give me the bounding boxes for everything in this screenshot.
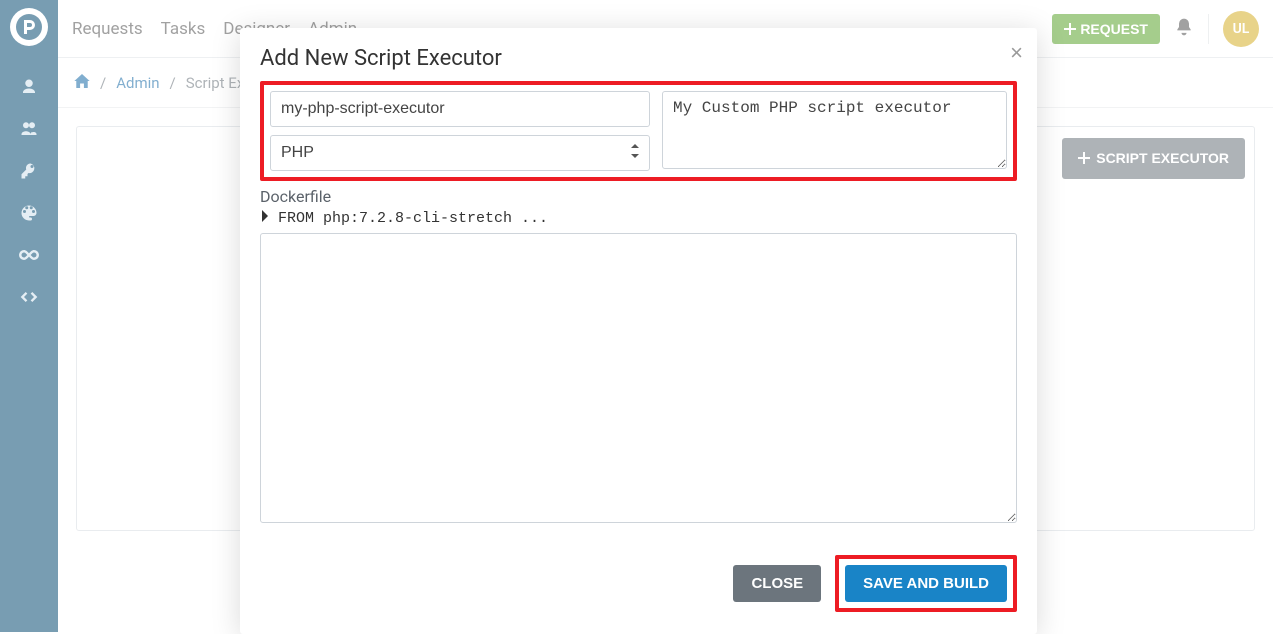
form-top-section: My Custom PHP script executor	[260, 81, 1017, 181]
description-textarea[interactable]: My Custom PHP script executor	[662, 91, 1007, 169]
save-button-highlight: SAVE AND BUILD	[835, 555, 1017, 612]
modal-footer: CLOSE SAVE AND BUILD	[260, 555, 1017, 612]
language-select[interactable]	[270, 135, 650, 171]
add-script-executor-modal: Add New Script Executor × My Custom PHP …	[240, 28, 1037, 634]
dockerfile-label: Dockerfile	[260, 187, 1017, 206]
chevron-updown-icon	[630, 144, 640, 162]
executor-name-input[interactable]	[270, 91, 650, 127]
dockerfile-preview-line[interactable]: FROM php:7.2.8-cli-stretch ...	[260, 210, 1017, 227]
save-and-build-button[interactable]: SAVE AND BUILD	[845, 565, 1007, 602]
chevron-right-icon	[260, 210, 270, 227]
dockerfile-textarea[interactable]	[260, 233, 1017, 523]
modal-title: Add New Script Executor	[260, 46, 1017, 71]
close-button[interactable]: CLOSE	[733, 565, 821, 602]
dockerfile-section: Dockerfile FROM php:7.2.8-cli-stretch ..…	[260, 187, 1017, 527]
dockerfile-preview-text: FROM php:7.2.8-cli-stretch ...	[278, 210, 548, 227]
modal-close-button[interactable]: ×	[1010, 42, 1023, 64]
